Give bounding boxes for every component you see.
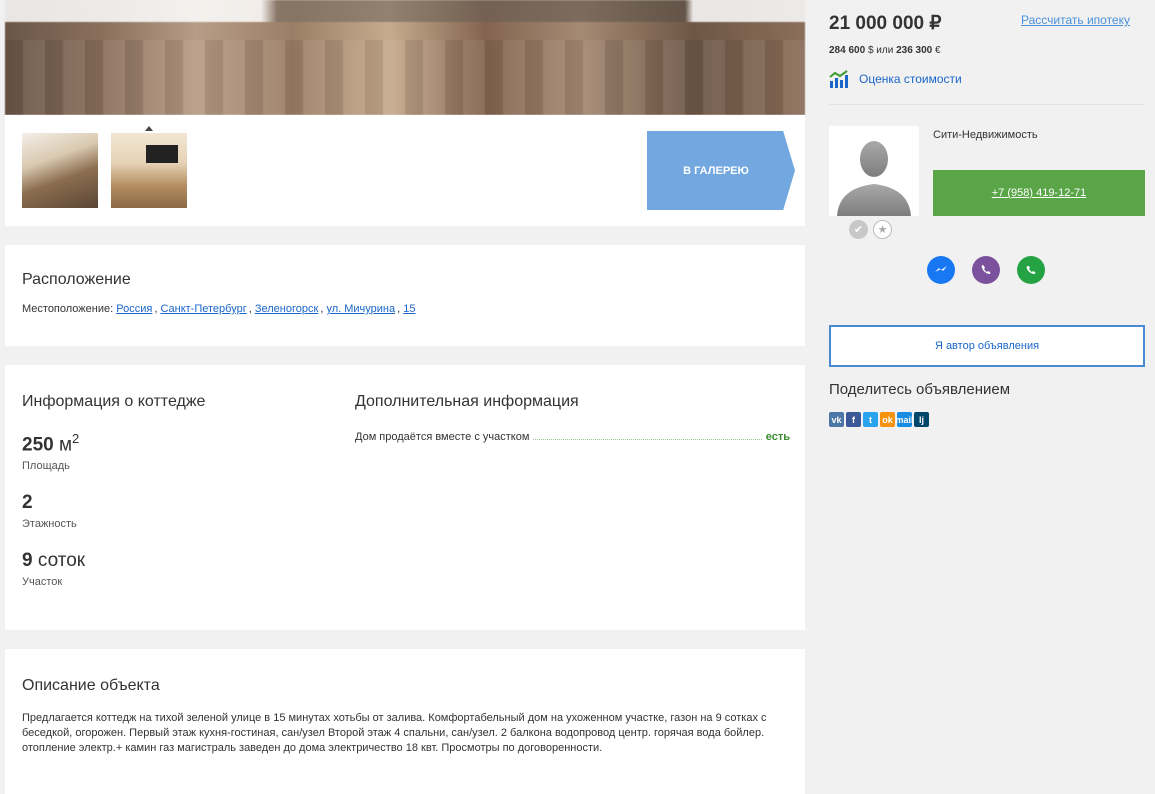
floors-stat: 2 Этажность [22,492,322,530]
extra-info-value: есть [765,431,790,443]
extra-info-row: Дом продаётся вместе с участком есть [355,431,790,443]
mail-share-icon[interactable]: mail [896,412,914,427]
price: 21 000 000 ₽ [829,13,942,34]
twitter-share-icon[interactable]: t [863,412,878,427]
location-row: Местоположение: Россия, Санкт-Петербург,… [22,303,416,315]
extra-info: Дополнительная информация Дом продаётся … [355,393,790,443]
main-photo[interactable] [5,0,805,115]
messenger-icon[interactable] [927,256,955,284]
location-title: Расположение [22,271,131,288]
plot-stat: 9 соток Участок [22,550,322,588]
agency-name: Сити-Недвижимость [933,129,1038,141]
chart-icon [829,70,848,88]
floors-label: Этажность [22,518,77,531]
extra-info-title: Дополнительная информация [355,393,579,410]
share-buttons: vk f t ok mail lj [829,412,929,427]
area-stat: 250 м2 Площадь [22,431,322,472]
main-column: В ГАЛЕРЕЮ Расположение Местоположение: Р… [5,0,805,794]
thumbnail-2[interactable] [111,133,187,208]
dotted-leader [533,439,762,440]
location-link-country[interactable]: Россия [116,303,152,315]
location-label: Местоположение: [22,303,114,315]
area-value: 250 м2 [22,431,80,456]
avatar [829,126,919,216]
thumbnail-active-caret-icon [145,126,153,131]
author-button[interactable]: Я автор объявления [829,325,1145,367]
description-section: Описание объекта Предлагается коттедж на… [5,649,805,794]
verified-icon: ✔ [849,220,868,239]
livejournal-share-icon[interactable]: lj [914,412,929,427]
thumbnails-panel: В ГАЛЕРЕЮ [5,115,805,226]
extra-info-label: Дом продаётся вместе с участком [355,431,530,443]
floors-value: 2 [22,492,33,514]
location-section: Расположение Местоположение: Россия, Сан… [5,245,805,346]
location-link-house[interactable]: 15 [403,303,415,315]
area-label: Площадь [22,460,70,473]
cottage-info: Информация о коттедже 250 м2 Площадь 2 Э… [22,393,322,588]
location-link-street[interactable]: ул. Мичурина [326,303,395,315]
facebook-share-icon[interactable]: f [846,412,861,427]
mortgage-link[interactable]: Рассчитать ипотеку [1021,13,1130,27]
gallery-button[interactable]: В ГАЛЕРЕЮ [647,131,795,210]
location-link-town[interactable]: Зеленогорск [255,303,318,315]
whatsapp-icon[interactable] [1017,256,1045,284]
phone-link[interactable]: +7 (958) 419-12-71 [992,187,1086,199]
description-text: Предлагается коттедж на тихой зеленой ул… [22,712,767,754]
plot-label: Участок [22,576,63,589]
agent-badges: ✔ ★ [849,220,892,239]
plot-value: 9 соток [22,550,86,572]
sidebar-divider [829,104,1145,105]
messenger-buttons [927,256,1045,284]
star-icon[interactable]: ★ [873,220,892,239]
currency-prices: 284 600 $ или 236 300 € [829,45,941,56]
phone-button[interactable]: +7 (958) 419-12-71 [933,170,1145,216]
user-silhouette-icon [837,141,911,216]
thumbnail-1[interactable] [22,133,98,208]
odnoklassniki-share-icon[interactable]: ok [880,412,895,427]
location-link-city[interactable]: Санкт-Петербург [160,303,246,315]
viber-icon[interactable] [972,256,1000,284]
estimate-link[interactable]: Оценка стоимости [829,70,962,88]
description-title: Описание объекта [22,677,160,694]
info-section: Информация о коттедже 250 м2 Площадь 2 Э… [5,365,805,630]
vk-share-icon[interactable]: vk [829,412,844,427]
share-title: Поделитесь объявлением [829,381,1011,398]
cottage-info-title: Информация о коттедже [22,393,206,410]
